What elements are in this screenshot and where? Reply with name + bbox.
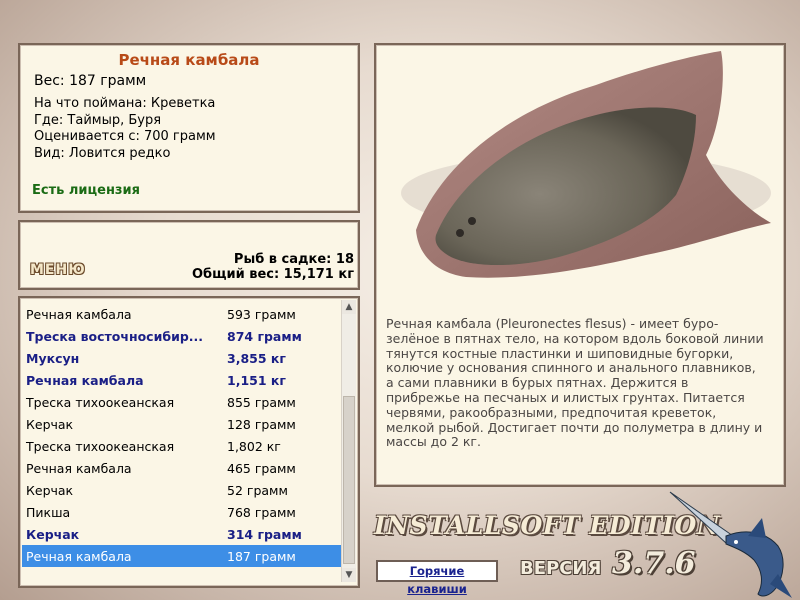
catch-list-item[interactable]: Пикша 768 грамм — [22, 501, 342, 523]
catch-fish-weight: 593 грамм — [227, 307, 296, 322]
fish-weight: Вес: 187 грамм — [34, 73, 147, 89]
catch-fish-weight: 52 грамм — [227, 483, 288, 498]
catch-list[interactable]: Речная камбала 593 грамм Треска восточноси… — [18, 296, 360, 588]
hotkeys-link[interactable]: Горячие клавиши — [376, 560, 498, 596]
catch-fish-name: Керчак — [26, 483, 74, 498]
catch-location: Где: Таймыр, Буря — [34, 112, 162, 128]
fish-details: На что поймана: Креветка Где: Таймыр, Бу… — [34, 96, 216, 162]
catch-fish-name: Речная камбала — [26, 549, 132, 564]
catch-fish-weight: 314 грамм — [227, 527, 302, 542]
scroll-thumb[interactable] — [343, 396, 355, 564]
catch-list-item[interactable]: Керчак 52 грамм — [22, 479, 342, 501]
version-label: ВЕРСИЯ — [520, 558, 602, 579]
catch-fish-name: Речная камбала — [26, 461, 132, 476]
scrollbar[interactable]: ▲ ▼ — [341, 300, 356, 582]
fish-value: Оценивается с: 700 грамм — [34, 129, 216, 144]
flounder-image — [401, 51, 771, 278]
catch-list-item[interactable]: Керчак 128 грамм — [22, 413, 342, 435]
fish-detail-panel: Речная камбала (Pleuronectes flesus) - и… — [374, 43, 786, 487]
catch-list-item[interactable]: Речная камбала 593 грамм — [22, 303, 342, 325]
menu-button[interactable]: МЕНЮ — [30, 262, 86, 278]
total-weight: Общий вес: 15,171 кг — [191, 267, 354, 282]
catch-fish-name: Керчак — [26, 527, 80, 542]
catch-fish-weight: 1,802 кг — [227, 439, 281, 454]
catch-list-item[interactable]: Треска тихоокеанская 1,802 кг — [22, 435, 342, 457]
caught-with: На что поймана: Креветка — [34, 96, 216, 111]
catch-list-item[interactable]: Керчак 314 грамм — [22, 523, 342, 545]
fish-title: Речная камбала — [118, 51, 260, 69]
fish-rarity: Вид: Ловится редко — [34, 145, 171, 161]
scroll-down-icon[interactable]: ▼ — [342, 568, 356, 582]
catch-fish-name: Керчак — [26, 417, 74, 432]
net-stats-panel: МЕНЮ Рыб в садке: 18 Общий вес: 15,171 к… — [18, 220, 360, 290]
catch-fish-weight: 874 грамм — [227, 329, 302, 344]
catch-list-item[interactable]: Речная камбала 1,151 кг — [22, 369, 342, 391]
scroll-up-icon[interactable]: ▲ — [342, 300, 356, 314]
fish-description: Речная камбала (Pleuronectes flesus) - и… — [386, 316, 764, 450]
catch-fish-weight: 768 грамм — [227, 505, 296, 520]
catch-fish-name: Треска тихоокеанская — [26, 439, 175, 454]
catch-fish-weight: 855 грамм — [227, 395, 296, 410]
catch-fish-weight: 465 грамм — [227, 461, 296, 476]
fish-info-panel: Речная камбала Вес: 187 грамм На что пой… — [18, 43, 360, 213]
fish-count: Рыб в садке: 18 — [233, 252, 354, 267]
catch-fish-name: Треска восточносибир... — [26, 329, 204, 344]
catch-fish-weight: 1,151 кг — [227, 373, 286, 388]
catch-fish-weight: 187 грамм — [227, 549, 296, 564]
catch-fish-name: Речная камбала — [26, 373, 144, 388]
catch-fish-name: Речная камбала — [26, 307, 132, 322]
catch-list-item[interactable]: Речная камбала 187 грамм — [22, 545, 342, 567]
catch-list-item[interactable]: Треска восточносибир... 874 грамм — [22, 325, 342, 347]
catch-list-item[interactable]: Треска тихоокеанская 855 грамм — [22, 391, 342, 413]
license-status: Есть лицензия — [32, 183, 140, 198]
marlin-logo-icon — [669, 491, 792, 598]
catch-fish-name: Пикша — [26, 505, 71, 520]
catch-list-item[interactable]: Речная камбала 465 грамм — [22, 457, 342, 479]
catch-fish-weight: 3,855 кг — [227, 351, 286, 366]
catch-fish-weight: 128 грамм — [227, 417, 296, 432]
catch-fish-name: Муксун — [26, 351, 80, 366]
catch-list-item[interactable]: Муксун 3,855 кг — [22, 347, 342, 369]
net-counts: Рыб в садке: 18 Общий вес: 15,171 кг — [192, 252, 354, 282]
catch-fish-name: Треска тихоокеанская — [26, 395, 175, 410]
